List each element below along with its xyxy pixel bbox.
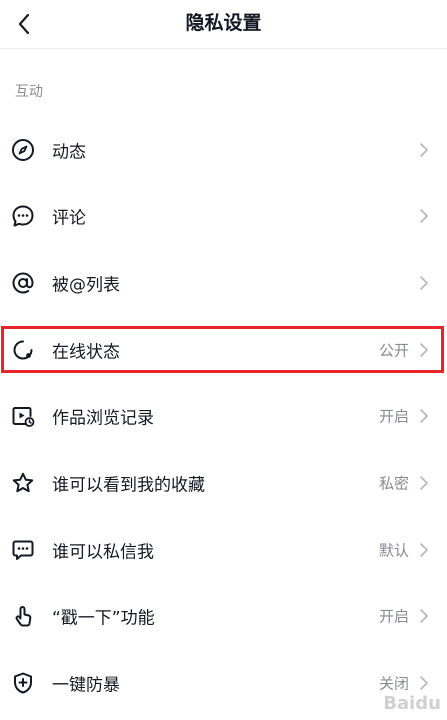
row-label: 动态 [52, 142, 86, 163]
top-bar: 隐私设置 [0, 0, 447, 49]
row-value: 关闭 [378, 674, 409, 693]
row-anti-harassment[interactable]: 一键防暴 关闭 [0, 650, 447, 716]
chevron-right-icon [419, 474, 431, 492]
row-label: 被@列表 [52, 275, 120, 296]
chevron-right-icon [419, 541, 431, 559]
message-icon [10, 537, 36, 563]
comment-icon [10, 203, 36, 229]
chevron-right-icon [419, 274, 431, 292]
row-value: 开启 [378, 607, 409, 626]
chevron-right-icon [419, 607, 431, 625]
chevron-right-icon [419, 341, 431, 359]
at-sign-icon [10, 270, 36, 296]
row-label: 谁可以私信我 [52, 542, 154, 563]
compass-icon [10, 137, 36, 163]
row-label: “戳一下”功能 [52, 608, 155, 629]
page-title: 隐私设置 [185, 12, 262, 34]
row-label: 一键防暴 [52, 675, 120, 696]
row-moments[interactable]: 动态 [0, 117, 447, 183]
row-value: 默认 [378, 541, 409, 560]
video-history-icon [10, 403, 36, 429]
row-online-status[interactable]: 在线状态 公开 [0, 317, 447, 383]
chevron-right-icon [419, 141, 431, 159]
row-mentions[interactable]: 被@列表 [0, 250, 447, 316]
row-value: 开启 [378, 407, 409, 426]
row-poke[interactable]: “戳一下”功能 开启 [0, 583, 447, 649]
row-value: 私密 [378, 474, 409, 493]
star-icon [10, 470, 36, 496]
chevron-right-icon [419, 207, 431, 225]
section-label-interaction: 互动 [15, 84, 43, 100]
tap-hand-icon [10, 603, 36, 629]
chevron-right-icon [419, 674, 431, 692]
chevron-right-icon [419, 407, 431, 425]
row-favorites-visibility[interactable]: 谁可以看到我的收藏 私密 [0, 450, 447, 516]
row-label: 在线状态 [52, 342, 120, 363]
row-label: 作品浏览记录 [52, 408, 154, 429]
row-label: 谁可以看到我的收藏 [52, 475, 205, 496]
row-direct-message[interactable]: 谁可以私信我 默认 [0, 517, 447, 583]
online-status-icon [10, 337, 36, 363]
row-value: 公开 [378, 341, 409, 360]
row-view-history[interactable]: 作品浏览记录 开启 [0, 383, 447, 449]
row-comments[interactable]: 评论 [0, 183, 447, 249]
shield-plus-icon [10, 670, 36, 696]
row-label: 评论 [52, 208, 86, 229]
